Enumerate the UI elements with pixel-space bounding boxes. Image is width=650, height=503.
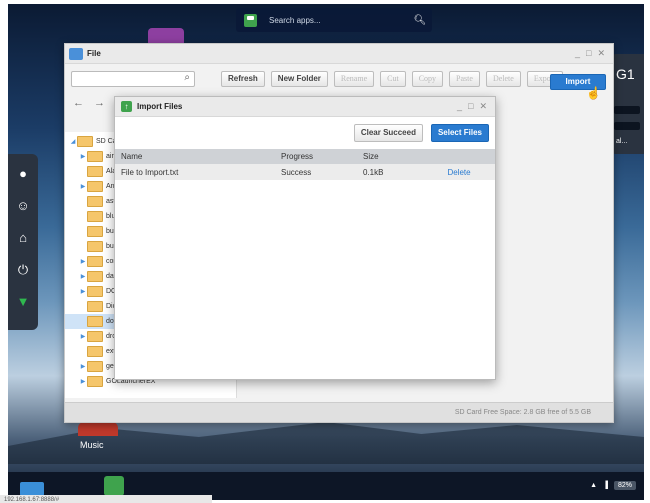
hand-cursor-icon: ☝ xyxy=(586,86,601,100)
search-icon[interactable]: 🔍︎ xyxy=(408,15,432,26)
copy-button[interactable]: Copy xyxy=(411,71,444,87)
search-icon[interactable]: ⌕ xyxy=(184,72,190,83)
widget-bar xyxy=(614,106,640,114)
maximize-icon[interactable]: □ xyxy=(586,48,591,59)
new-folder-button[interactable]: New Folder xyxy=(270,71,328,87)
close-icon[interactable]: ✕ xyxy=(597,48,605,59)
expand-arrow-icon[interactable]: ▶ xyxy=(79,288,87,295)
expand-arrow-icon[interactable]: ▶ xyxy=(79,363,87,370)
close-icon[interactable]: ✕ xyxy=(479,101,487,112)
select-files-button[interactable]: Select Files xyxy=(430,124,489,142)
upload-icon: ↑ xyxy=(121,101,132,112)
minimize-icon[interactable]: _ xyxy=(575,48,580,59)
expand-arrow-icon[interactable]: ▶ xyxy=(79,333,87,340)
import-actions: Clear Succeed Select Files xyxy=(115,117,495,149)
home-icon[interactable]: ⌂ xyxy=(15,230,31,246)
expand-arrow-icon[interactable]: ◢ xyxy=(69,138,77,145)
search-placeholder[interactable]: Search apps... xyxy=(269,16,408,25)
left-dock: ● ☺ ⌂ ⏻ ▼ xyxy=(8,154,38,330)
app-store-icon xyxy=(244,13,257,27)
table-row: File to Import.txt Success 0.1kB Delete xyxy=(115,164,495,180)
minimize-icon[interactable]: _ xyxy=(457,101,462,112)
expand-arrow-icon[interactable]: ▶ xyxy=(79,258,87,265)
music-label: Music xyxy=(80,440,104,450)
folder-icon xyxy=(87,226,103,237)
folder-icon xyxy=(87,256,103,267)
size-cell: 0.1kB xyxy=(357,164,423,180)
folder-icon xyxy=(87,181,103,192)
widget-title: G1 xyxy=(616,66,635,82)
column-header-action xyxy=(423,149,495,164)
folder-icon xyxy=(87,196,103,207)
delete-link[interactable]: Delete xyxy=(423,164,495,180)
import-task-icon[interactable] xyxy=(104,476,124,496)
forward-arrow-icon[interactable]: → xyxy=(94,97,105,109)
folder-icon xyxy=(87,361,103,372)
files-task-icon[interactable] xyxy=(20,482,44,496)
folder-icon xyxy=(87,166,103,177)
signal-icon: ▐ xyxy=(603,482,608,489)
wifi-icon: ▲ xyxy=(590,482,598,489)
right-widget[interactable]: G1 al... xyxy=(610,54,644,154)
ip-address-bar: 192.168.1.67:8888/# xyxy=(0,495,212,503)
file-toolbar: ⌕ Refresh New Folder Rename Cut Copy Pas… xyxy=(65,64,613,94)
file-name-cell: File to Import.txt xyxy=(115,164,275,180)
expand-arrow-icon[interactable]: ▶ xyxy=(79,378,87,385)
column-header-progress: Progress xyxy=(275,149,357,164)
back-arrow-icon[interactable]: ← xyxy=(73,97,84,109)
file-search-input[interactable]: ⌕ xyxy=(71,71,195,87)
widget-label: al... xyxy=(616,138,628,145)
column-header-size: Size xyxy=(357,149,423,164)
rename-button[interactable]: Rename xyxy=(333,71,375,87)
clear-succeed-button[interactable]: Clear Succeed xyxy=(353,124,423,142)
system-tray: ▲ ▐ 82% xyxy=(590,481,636,490)
delete-button[interactable]: Delete xyxy=(485,71,521,87)
folder-icon xyxy=(87,346,103,357)
cut-button[interactable]: Cut xyxy=(380,71,406,87)
storage-status: SD Card Free Space: 2.8 GB free of 5.5 G… xyxy=(65,402,613,422)
import-dialog-title: Import Files xyxy=(137,102,183,111)
folder-icon xyxy=(87,271,103,282)
file-window-titlebar[interactable]: File _ □ ✕ xyxy=(65,44,613,64)
refresh-button[interactable]: Refresh xyxy=(221,71,265,87)
app-search-bar[interactable]: Search apps... 🔍︎ xyxy=(236,8,432,32)
folder-icon xyxy=(69,47,83,60)
battery-indicator: 82% xyxy=(613,481,636,490)
progress-cell: Success xyxy=(275,164,357,180)
file-window-title: File xyxy=(87,49,101,58)
folder-icon xyxy=(87,286,103,297)
expand-arrow-icon[interactable]: ▶ xyxy=(79,153,87,160)
power-icon[interactable]: ⏻ xyxy=(15,262,31,278)
folder-icon xyxy=(87,241,103,252)
expand-arrow-icon[interactable]: ▶ xyxy=(79,273,87,280)
column-header-name: Name xyxy=(115,149,275,164)
import-dialog-titlebar[interactable]: ↑ Import Files _ □ ✕ xyxy=(115,97,495,117)
expand-arrow-icon[interactable]: ▶ xyxy=(79,183,87,190)
folder-icon xyxy=(87,316,103,327)
maximize-icon[interactable]: □ xyxy=(468,101,473,112)
music-icon[interactable] xyxy=(78,422,118,436)
import-table: Name Progress Size File to Import.txt Su… xyxy=(115,149,495,180)
import-files-dialog: ↑ Import Files _ □ ✕ Clear Succeed Selec… xyxy=(114,96,496,380)
paste-button[interactable]: Paste xyxy=(449,71,480,87)
widget-bar xyxy=(614,122,640,130)
folder-icon xyxy=(87,211,103,222)
folder-icon xyxy=(87,331,103,342)
folder-icon xyxy=(87,376,103,387)
folder-icon xyxy=(87,301,103,312)
add-user-icon[interactable]: ☺ xyxy=(15,198,31,214)
chat-icon[interactable]: ● xyxy=(15,166,31,182)
folder-icon xyxy=(77,136,93,147)
collapse-icon[interactable]: ▼ xyxy=(15,294,31,310)
folder-icon xyxy=(87,151,103,162)
